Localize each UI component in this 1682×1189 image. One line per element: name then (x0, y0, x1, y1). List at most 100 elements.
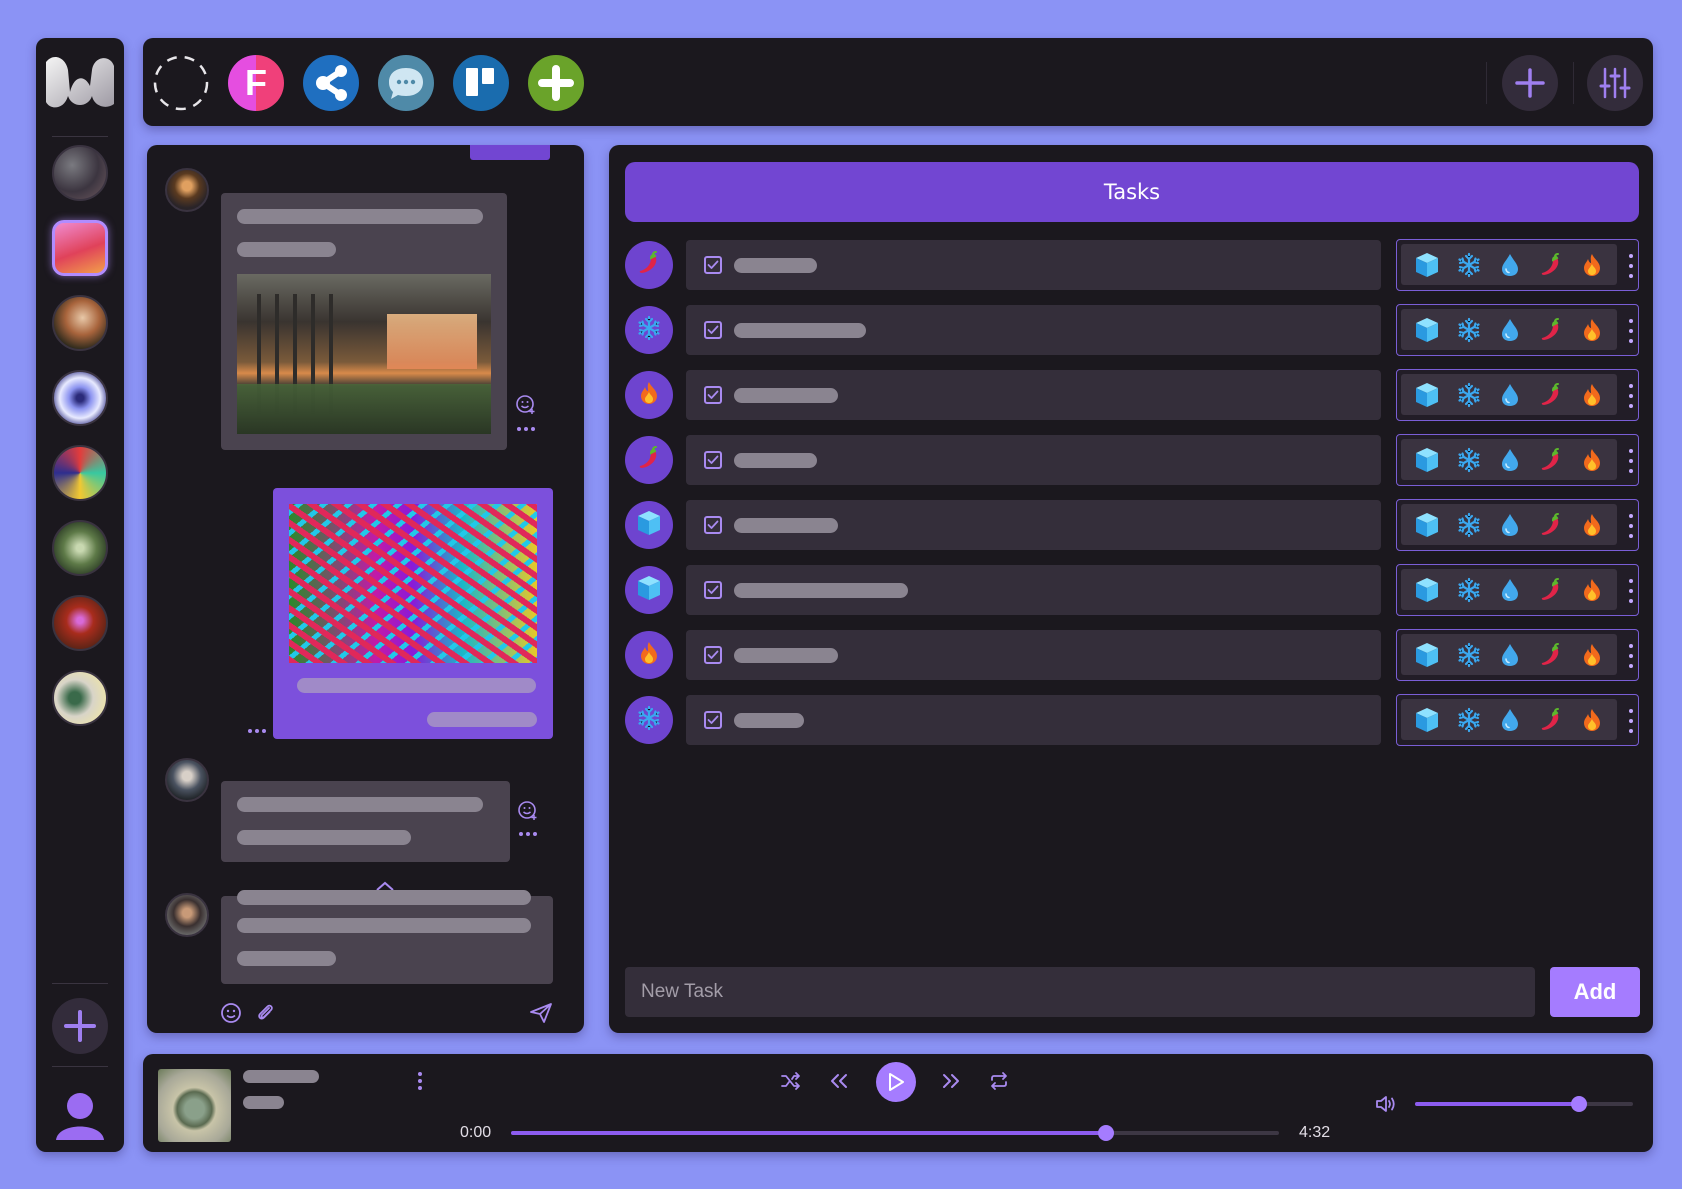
task-menu-button[interactable] (1628, 319, 1634, 343)
task-category-badge[interactable] (625, 241, 673, 289)
task-checkbox[interactable] (704, 321, 722, 339)
fire-icon[interactable] (1579, 382, 1605, 408)
chili-icon[interactable] (1538, 512, 1564, 538)
repeat-button[interactable] (987, 1069, 1011, 1093)
add-reaction-button[interactable] (516, 798, 540, 822)
play-button[interactable] (876, 1062, 916, 1102)
app-logo[interactable] (44, 52, 116, 110)
figma-app-button[interactable]: F (228, 55, 284, 111)
ice-cube-icon[interactable] (1413, 446, 1441, 474)
add-reaction-button[interactable] (514, 392, 538, 416)
task-item[interactable] (686, 435, 1381, 485)
add-server-button[interactable] (52, 998, 108, 1054)
shuffle-button[interactable] (779, 1069, 803, 1093)
add-app-button[interactable] (528, 55, 584, 111)
fast-forward-button[interactable] (939, 1069, 963, 1093)
ice-cube-icon[interactable] (1413, 316, 1441, 344)
water-drop-icon[interactable] (1498, 382, 1522, 408)
task-menu-button[interactable] (1628, 449, 1634, 473)
ice-cube-icon[interactable] (1413, 381, 1441, 409)
message-image-loft[interactable] (237, 274, 491, 434)
track-menu-button[interactable] (415, 1070, 425, 1092)
task-item[interactable] (686, 500, 1381, 550)
task-checkbox[interactable] (704, 516, 722, 534)
attach-button[interactable] (253, 1001, 277, 1025)
ice-cube-icon[interactable] (1413, 511, 1441, 539)
task-item[interactable] (686, 240, 1381, 290)
emoji-button[interactable] (219, 1001, 243, 1025)
server-avatar-devices[interactable] (52, 670, 108, 726)
snowflake-icon[interactable] (1456, 317, 1482, 343)
task-item[interactable] (686, 695, 1381, 745)
task-checkbox[interactable] (704, 581, 722, 599)
server-avatar-coral[interactable] (52, 220, 108, 276)
task-item[interactable] (686, 370, 1381, 420)
compose-box[interactable] (221, 890, 553, 984)
chili-icon[interactable] (1538, 642, 1564, 668)
water-drop-icon[interactable] (1498, 447, 1522, 473)
volume-button[interactable] (1373, 1092, 1399, 1116)
fire-icon[interactable] (1579, 577, 1605, 603)
user-avatar[interactable] (165, 893, 209, 937)
chili-icon[interactable] (1538, 707, 1564, 733)
water-drop-icon[interactable] (1498, 642, 1522, 668)
loading-spinner-button[interactable] (153, 55, 209, 111)
seek-bar-handle[interactable] (1098, 1125, 1115, 1141)
chili-icon[interactable] (1538, 577, 1564, 603)
ice-cube-icon[interactable] (1413, 251, 1441, 279)
user-profile-button[interactable] (52, 1086, 108, 1142)
task-menu-button[interactable] (1628, 254, 1634, 278)
chat-app-button[interactable] (378, 55, 434, 111)
ice-cube-icon[interactable] (1413, 641, 1441, 669)
snowflake-icon[interactable] (1456, 707, 1482, 733)
snowflake-icon[interactable] (1456, 382, 1482, 408)
task-category-badge[interactable] (625, 371, 673, 419)
add-task-button[interactable]: Add (1550, 967, 1640, 1017)
ice-cube-icon[interactable] (1413, 706, 1441, 734)
chili-icon[interactable] (1538, 382, 1564, 408)
scroll-tab[interactable] (470, 145, 550, 160)
volume-slider-handle[interactable] (1570, 1096, 1587, 1112)
chili-icon[interactable] (1538, 252, 1564, 278)
user-avatar[interactable] (165, 758, 209, 802)
chili-icon[interactable] (1538, 447, 1564, 473)
water-drop-icon[interactable] (1498, 707, 1522, 733)
album-art[interactable] (158, 1069, 231, 1142)
water-drop-icon[interactable] (1498, 512, 1522, 538)
chili-icon[interactable] (1538, 317, 1564, 343)
task-checkbox[interactable] (704, 386, 722, 404)
server-avatar-shapes[interactable] (52, 445, 108, 501)
snowflake-icon[interactable] (1456, 252, 1482, 278)
snowflake-icon[interactable] (1456, 512, 1482, 538)
send-button[interactable] (528, 1001, 554, 1025)
message-more-button[interactable] (514, 423, 538, 435)
trello-app-button[interactable] (453, 55, 509, 111)
task-item[interactable] (686, 565, 1381, 615)
message-more-button[interactable] (516, 828, 540, 840)
fire-icon[interactable] (1579, 447, 1605, 473)
task-checkbox[interactable] (704, 646, 722, 664)
snowflake-icon[interactable] (1456, 577, 1482, 603)
water-drop-icon[interactable] (1498, 252, 1522, 278)
snowflake-icon[interactable] (1456, 642, 1482, 668)
task-category-badge[interactable] (625, 631, 673, 679)
fire-icon[interactable] (1579, 317, 1605, 343)
add-button[interactable] (1502, 55, 1558, 111)
task-menu-button[interactable] (1628, 579, 1634, 603)
user-avatar[interactable] (165, 168, 209, 212)
ice-cube-icon[interactable] (1413, 576, 1441, 604)
task-menu-button[interactable] (1628, 709, 1634, 733)
server-avatar-abstract[interactable] (52, 145, 108, 201)
fire-icon[interactable] (1579, 252, 1605, 278)
message-image-psychedelic[interactable] (289, 504, 537, 663)
rewind-button[interactable] (827, 1069, 851, 1093)
share-app-button[interactable] (303, 55, 359, 111)
task-category-badge[interactable] (625, 436, 673, 484)
task-menu-button[interactable] (1628, 644, 1634, 668)
fire-icon[interactable] (1579, 642, 1605, 668)
message-more-button[interactable] (245, 725, 269, 737)
water-drop-icon[interactable] (1498, 577, 1522, 603)
task-checkbox[interactable] (704, 451, 722, 469)
server-avatar-painting[interactable] (52, 295, 108, 351)
task-category-badge[interactable] (625, 566, 673, 614)
